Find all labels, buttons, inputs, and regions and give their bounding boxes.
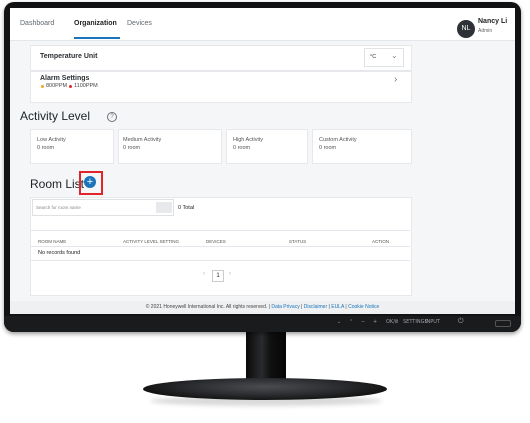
page-number[interactable]: 1 [212, 270, 224, 282]
col-action: ACTION [372, 239, 390, 244]
tab-dashboard[interactable]: Dashboard [20, 20, 54, 27]
high-activity-label: High Activity [233, 137, 263, 143]
monitor-ok-label: OK/ⅲ [386, 319, 399, 325]
tab-organization[interactable]: Organization [74, 20, 117, 27]
monitor-indicator [495, 320, 511, 327]
monitor-minus-button: − [361, 319, 366, 325]
temperature-unit-label: Temperature Unit [40, 53, 98, 60]
room-search-input[interactable]: Search for room name [32, 199, 174, 216]
alarm-level-1-dot [41, 85, 44, 88]
user-name: Nancy Li [478, 18, 508, 25]
low-activity-label: Low Activity [37, 137, 66, 143]
room-list-title: Room List [30, 177, 85, 191]
monitor-input-label: INPUT [425, 319, 440, 325]
total-count: 0 Total [178, 205, 195, 211]
chevron-down-icon: ⌄ [391, 51, 398, 60]
low-activity-value: 0 room [37, 145, 55, 151]
monitor-up-button: ⌃ [349, 319, 354, 325]
monitor-screen: Dashboard Organization Devices NL Nancy … [10, 8, 515, 314]
avatar[interactable]: NL [457, 20, 475, 38]
monitor-neck [246, 332, 286, 382]
monitor-plus-button: + [373, 319, 378, 325]
next-page-button[interactable]: › [229, 271, 231, 277]
alarm-level-2-dot [69, 85, 72, 88]
alarm-level-1: 800PPM [46, 83, 68, 89]
custom-activity-value: 0 room [319, 145, 337, 151]
footer: © 2021 Honeywell International Inc. All … [10, 301, 515, 314]
col-room-name: ROOM NAME [38, 239, 67, 244]
footer-separator: | [328, 304, 330, 310]
help-icon[interactable]: ? [107, 112, 117, 122]
cookie-notice-link[interactable]: Cookie Notice [348, 304, 379, 310]
power-icon: ⏻ [458, 317, 464, 325]
disclaimer-link[interactable]: Disclaimer [304, 304, 327, 310]
footer-separator: | [345, 304, 347, 310]
user-role: Admin [478, 28, 493, 34]
copyright-text: © 2021 Honeywell International Inc. All … [145, 304, 268, 310]
empty-state: No records found [38, 250, 81, 256]
add-room-button[interactable]: + [84, 176, 96, 188]
search-placeholder: Search for room name [36, 205, 81, 210]
temperature-unit-select[interactable]: °C ⌄ [364, 48, 404, 67]
custom-activity-label: Custom Activity [319, 137, 357, 143]
high-activity-value: 0 room [233, 145, 251, 151]
medium-activity-label: Medium Activity [123, 137, 162, 143]
alarm-settings-label: Alarm Settings [40, 75, 90, 82]
footer-separator: | [268, 304, 270, 310]
alarm-level-2: 1100PPM [74, 83, 98, 89]
col-devices: DEVICES [206, 239, 226, 244]
monitor-chin [4, 316, 521, 332]
eula-link[interactable]: EULA [331, 304, 344, 310]
chevron-right-icon[interactable]: › [394, 74, 397, 85]
monitor-down-button: ⌄ [337, 319, 342, 325]
active-tab-indicator [74, 37, 120, 39]
search-icon[interactable] [156, 202, 172, 213]
table-header-divider [30, 230, 410, 231]
prev-page-button[interactable]: ‹ [203, 271, 205, 277]
table-row-divider [30, 246, 410, 247]
medium-activity-value: 0 room [123, 145, 141, 151]
monitor-base [143, 378, 387, 400]
col-status: STATUS [289, 239, 307, 244]
table-footer-divider [30, 260, 410, 261]
temperature-unit-value: °C [370, 54, 377, 60]
activity-level-title: Activity Level [20, 109, 91, 123]
footer-separator: | [301, 304, 303, 310]
data-privacy-link[interactable]: Data Privacy [271, 304, 299, 310]
col-activity-level: ACTIVITY LEVEL SETTING [123, 239, 180, 244]
tab-devices[interactable]: Devices [127, 20, 152, 27]
monitor-settings-label: SETTINGS [403, 319, 428, 325]
